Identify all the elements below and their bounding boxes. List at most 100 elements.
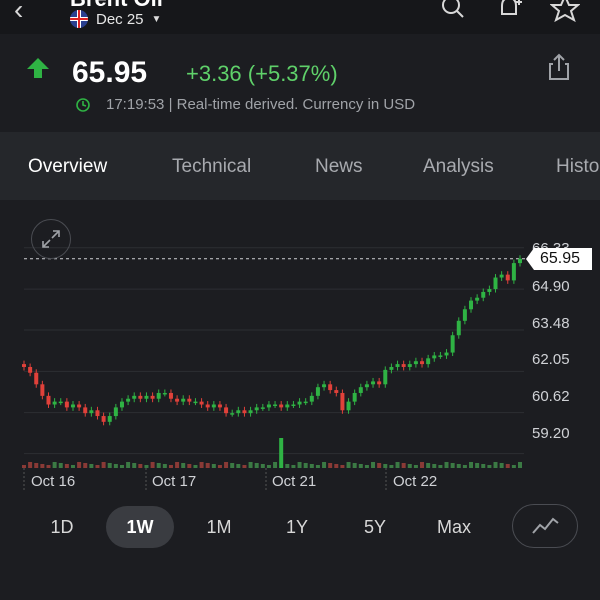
- add-alert-icon[interactable]: [494, 0, 524, 29]
- candle-body: [230, 413, 235, 415]
- period-selector: 1D 1W 1M 1Y 5Y Max: [0, 506, 600, 550]
- volume-bar: [401, 463, 406, 468]
- volume-bar: [444, 462, 449, 468]
- candle-body: [511, 263, 516, 281]
- price-chart-svg: [22, 247, 528, 492]
- volume-bar: [242, 465, 247, 468]
- volume-bar: [328, 463, 333, 468]
- candle-body: [358, 387, 363, 393]
- tab-technical[interactable]: Technical: [172, 156, 251, 178]
- candle-body: [340, 392, 345, 411]
- candle-body: [273, 404, 278, 407]
- volume-bar: [248, 462, 253, 468]
- candle-body: [279, 404, 284, 408]
- volume-bar: [181, 463, 186, 468]
- y-tick: 64.90: [532, 278, 570, 295]
- volume-bar: [291, 465, 296, 468]
- period-1d[interactable]: 1D: [28, 506, 96, 548]
- period-1w[interactable]: 1W: [106, 506, 174, 548]
- candle-body: [138, 395, 143, 399]
- back-icon[interactable]: ‹: [14, 0, 23, 26]
- candle-body: [107, 416, 112, 422]
- volume-bar: [340, 465, 345, 468]
- volume-bar: [58, 463, 63, 468]
- uk-flag-icon: [70, 10, 88, 28]
- candle-body: [505, 274, 510, 281]
- volume-bar: [475, 463, 480, 468]
- candle-body: [254, 407, 259, 411]
- volume-bar: [273, 462, 278, 468]
- volume-bar: [126, 462, 131, 468]
- candle-body: [438, 355, 443, 357]
- tab-overview[interactable]: Overview: [28, 156, 107, 178]
- tab-news[interactable]: News: [315, 156, 363, 178]
- volume-bar: [83, 463, 88, 468]
- quote-panel: 65.95 +3.36 (+5.37%) 17:19:53 | Real-tim…: [0, 34, 600, 132]
- volume-bar: [46, 465, 51, 468]
- candle-body: [389, 366, 394, 370]
- volume-bar: [266, 465, 271, 468]
- quote-time: 17:19:53: [106, 96, 165, 113]
- candle-body: [70, 404, 75, 408]
- volume-bar: [70, 465, 75, 468]
- top-bar: ‹ Brent Oil Dec 25 ▼: [0, 0, 600, 34]
- volume-bar: [346, 462, 351, 468]
- volume-bar: [462, 465, 467, 468]
- tab-bar: Overview Technical News Analysis Histo: [0, 132, 600, 200]
- period-1y[interactable]: 1Y: [263, 506, 331, 548]
- contract-selector[interactable]: Dec 25 ▼: [70, 10, 161, 28]
- volume-bar: [309, 464, 314, 468]
- volume-bar: [168, 465, 173, 468]
- candle-body: [334, 390, 339, 393]
- candle-body: [199, 401, 204, 405]
- candle-body: [328, 384, 333, 391]
- candle-body: [383, 369, 388, 385]
- up-arrow-icon: [26, 56, 50, 85]
- volume-bar: [456, 464, 461, 468]
- candle-body: [22, 364, 26, 367]
- candle-body: [101, 416, 106, 422]
- candle-body: [46, 395, 51, 405]
- star-icon[interactable]: [549, 0, 581, 29]
- x-label: Oct 22: [393, 473, 438, 490]
- candle-body: [462, 309, 467, 321]
- candle-body: [401, 364, 406, 367]
- candle-body: [432, 355, 437, 359]
- y-tick: 63.48: [532, 315, 570, 332]
- volume-bar: [107, 463, 112, 468]
- volume-bar: [217, 465, 222, 468]
- candle-body: [126, 398, 131, 402]
- volume-bar: [511, 465, 516, 468]
- expand-chart-button[interactable]: [31, 219, 71, 259]
- candle-body: [193, 401, 198, 404]
- x-label: Oct 16: [31, 473, 76, 490]
- volume-bar: [389, 465, 394, 468]
- share-icon[interactable]: [544, 52, 574, 87]
- candle-body: [113, 407, 118, 417]
- candle-body: [322, 384, 327, 388]
- search-icon[interactable]: [438, 0, 468, 29]
- volume-bar: [469, 462, 474, 468]
- candle-body: [162, 392, 167, 395]
- candle-body: [395, 364, 400, 367]
- volume-bar: [144, 465, 149, 468]
- tab-history[interactable]: Histo: [556, 156, 599, 178]
- candle-body: [499, 274, 504, 278]
- x-label: Oct 21: [272, 473, 317, 490]
- quote-status-text: | Real-time derived. Currency in USD: [168, 96, 416, 113]
- period-max[interactable]: Max: [420, 506, 488, 548]
- expand-icon: [42, 230, 60, 248]
- candle-body: [181, 398, 186, 402]
- candle-body: [34, 372, 39, 385]
- candle-body: [77, 404, 82, 408]
- volume-bar: [132, 463, 137, 468]
- tab-analysis[interactable]: Analysis: [423, 156, 494, 178]
- volume-bar: [315, 465, 320, 468]
- contract-label: Dec 25: [96, 10, 144, 28]
- volume-bar: [407, 464, 412, 468]
- chart-type-button[interactable]: [512, 504, 578, 548]
- period-5y[interactable]: 5Y: [341, 506, 409, 548]
- candle-body: [291, 404, 296, 407]
- period-1m[interactable]: 1M: [185, 506, 253, 548]
- volume-bar: [413, 465, 418, 468]
